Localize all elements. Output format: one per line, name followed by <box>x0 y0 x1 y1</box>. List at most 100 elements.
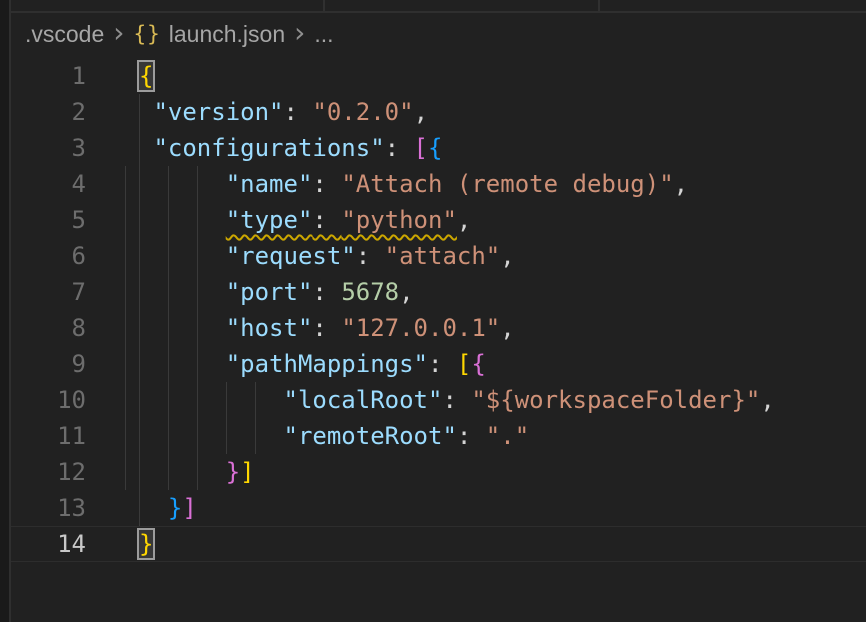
code-text: "localRoot": "${workspaceFolder}", <box>139 382 775 418</box>
code-token: : <box>457 422 486 450</box>
json-braces-icon: {} <box>133 22 160 46</box>
line-number[interactable]: 2 <box>11 94 86 130</box>
code-text: } <box>139 526 155 562</box>
breadcrumb: .vscode › {} launch.json › ... <box>11 16 866 52</box>
code-token: "configurations" <box>153 134 384 162</box>
code-token: : <box>442 386 471 414</box>
code-line[interactable]: 5 "type": "python", <box>11 202 866 238</box>
code-text: "configurations": [{ <box>139 130 442 166</box>
code-token: : <box>284 98 313 126</box>
editor-code-area[interactable]: 1{2 "version": "0.2.0",3 "configurations… <box>11 58 866 562</box>
tab-divider <box>598 0 600 11</box>
indent-guide <box>125 202 126 238</box>
code-token: } <box>226 458 240 486</box>
code-token: , <box>674 170 688 198</box>
code-token <box>139 422 284 450</box>
code-token: "version" <box>153 98 283 126</box>
vscode-editor-window: .vscode › {} launch.json › ... 1{2 "vers… <box>0 0 866 622</box>
line-number[interactable]: 11 <box>11 418 86 454</box>
indent-guide <box>125 274 126 310</box>
code-token: "type" <box>226 206 313 234</box>
code-line[interactable]: 7 "port": 5678, <box>11 274 866 310</box>
code-token: : <box>385 134 414 162</box>
code-text: "remoteRoot": "." <box>139 418 529 454</box>
breadcrumb-symbol-ellipsis[interactable]: ... <box>314 21 333 48</box>
indent-guide <box>125 382 126 418</box>
code-token: "." <box>486 422 529 450</box>
chevron-right-icon: › <box>294 16 305 49</box>
indent-guide <box>125 310 126 346</box>
code-token: "Attach (remote debug)" <box>341 170 673 198</box>
code-line[interactable]: 3 "configurations": [{ <box>11 130 866 166</box>
code-text: "name": "Attach (remote debug)", <box>139 166 688 202</box>
line-number[interactable]: 14 <box>11 526 86 562</box>
indent-guide <box>125 454 126 490</box>
code-token: , <box>457 206 471 234</box>
code-line[interactable]: 4 "name": "Attach (remote debug)", <box>11 166 866 202</box>
tab-bar[interactable] <box>11 0 866 13</box>
code-text: "request": "attach", <box>139 238 515 274</box>
code-token: : <box>312 278 341 306</box>
code-token <box>139 242 226 270</box>
code-token <box>139 350 226 378</box>
code-token: , <box>500 314 514 342</box>
code-line[interactable]: 10 "localRoot": "${workspaceFolder}", <box>11 382 866 418</box>
line-number[interactable]: 6 <box>11 238 86 274</box>
tab-divider <box>323 0 325 11</box>
code-token: : <box>428 350 457 378</box>
line-number[interactable]: 4 <box>11 166 86 202</box>
code-line[interactable]: 12 }] <box>11 454 866 490</box>
code-text: "version": "0.2.0", <box>139 94 428 130</box>
code-token: "host" <box>226 314 313 342</box>
line-number[interactable]: 5 <box>11 202 86 238</box>
code-line[interactable]: 9 "pathMappings": [{ <box>11 346 866 382</box>
code-token: [ <box>457 350 471 378</box>
code-token: , <box>760 386 774 414</box>
code-line[interactable]: 2 "version": "0.2.0", <box>11 94 866 130</box>
code-token: "0.2.0" <box>312 98 413 126</box>
line-number[interactable]: 9 <box>11 346 86 382</box>
breadcrumb-folder[interactable]: .vscode <box>25 21 104 48</box>
code-token: } <box>139 530 153 558</box>
line-number[interactable]: 3 <box>11 130 86 166</box>
code-token: 5678 <box>341 278 399 306</box>
code-line[interactable]: 13 }] <box>11 490 866 526</box>
code-line[interactable]: 6 "request": "attach", <box>11 238 866 274</box>
indent-guide <box>125 346 126 382</box>
code-text: "host": "127.0.0.1", <box>139 310 515 346</box>
code-token: "remoteRoot" <box>284 422 457 450</box>
code-line[interactable]: 8 "host": "127.0.0.1", <box>11 310 866 346</box>
code-text: { <box>139 58 153 94</box>
code-token: : <box>312 170 341 198</box>
code-line[interactable]: 11 "remoteRoot": "." <box>11 418 866 454</box>
code-token: , <box>414 98 428 126</box>
code-token: : <box>356 242 385 270</box>
code-token <box>139 314 226 342</box>
code-token <box>139 170 226 198</box>
line-number[interactable]: 13 <box>11 490 86 526</box>
code-token <box>139 386 284 414</box>
line-number[interactable]: 1 <box>11 58 86 94</box>
indent-guide <box>125 418 126 454</box>
code-line[interactable]: 1{ <box>11 58 866 94</box>
line-number[interactable]: 10 <box>11 382 86 418</box>
code-token: : <box>312 206 341 234</box>
code-token: [ <box>414 134 428 162</box>
line-number[interactable]: 7 <box>11 274 86 310</box>
code-token: , <box>500 242 514 270</box>
line-number[interactable]: 12 <box>11 454 86 490</box>
breadcrumb-file[interactable]: launch.json <box>169 21 285 48</box>
code-line[interactable]: 14} <box>11 526 866 562</box>
code-token: "pathMappings" <box>226 350 428 378</box>
code-token <box>139 134 153 162</box>
code-text: "type": "python", <box>139 202 471 238</box>
code-token: "attach" <box>385 242 501 270</box>
code-token: "request" <box>226 242 356 270</box>
code-token: } <box>168 494 182 522</box>
code-token: "port" <box>226 278 313 306</box>
line-number[interactable]: 8 <box>11 310 86 346</box>
code-token: { <box>428 134 442 162</box>
indent-guide <box>125 166 126 202</box>
code-text: "port": 5678, <box>139 274 414 310</box>
code-text: "pathMappings": [{ <box>139 346 486 382</box>
